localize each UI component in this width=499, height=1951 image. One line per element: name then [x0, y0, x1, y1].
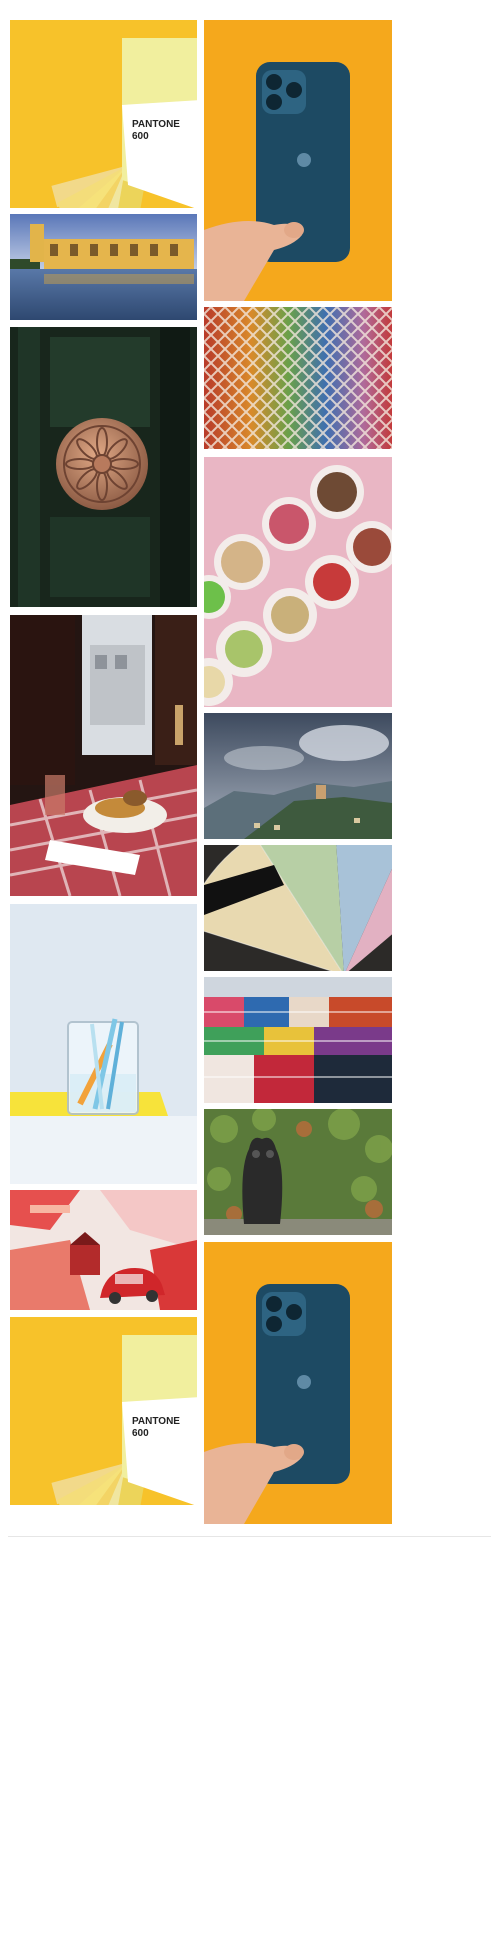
window-diner-meal-photo[interactable] [10, 615, 197, 896]
color-swatch-icon: PANTONE 600 [10, 1317, 197, 1505]
blue-phone-in-hand-photo[interactable] [204, 20, 392, 301]
ornate-door-knob-photo[interactable] [10, 327, 197, 607]
color-fan-deck-photo[interactable] [204, 845, 392, 971]
bowls-icon [204, 457, 392, 707]
colorful-tiles-photo[interactable] [204, 307, 392, 449]
mosaic-icon [204, 307, 392, 449]
pantone-brand-label: PANTONE [132, 1416, 180, 1427]
smartphone-icon [204, 20, 392, 301]
gallery-divider [8, 1536, 491, 1537]
beaker-icon [10, 904, 197, 1184]
door-knob-icon [10, 327, 197, 607]
landscape-icon [204, 713, 392, 839]
pantone-swatch-photo[interactable]: PANTONE 600 [10, 20, 197, 208]
fan-deck-icon [204, 845, 392, 971]
pantone-color-number: 600 [132, 131, 149, 142]
color-swatch-icon: PANTONE 600 [10, 20, 197, 208]
owl-statue-photo[interactable] [204, 1109, 392, 1235]
meal-icon [10, 615, 197, 896]
smartphone-icon [204, 1242, 392, 1524]
red-toy-car-photo[interactable] [10, 1190, 197, 1310]
textile-market-photo[interactable] [204, 977, 392, 1103]
cloudy-mountain-town-photo[interactable] [204, 713, 392, 839]
yellow-lakeside-building-photo[interactable] [10, 214, 197, 320]
pantone-brand-label: PANTONE [132, 119, 180, 130]
pantone-swatch-photo-repeat[interactable]: PANTONE 600 [10, 1317, 197, 1505]
owl-icon [204, 1109, 392, 1235]
glass-beaker-photo[interactable] [10, 904, 197, 1184]
building-icon [10, 214, 197, 320]
bowls-on-pink-photo[interactable] [204, 457, 392, 707]
pantone-color-number: 600 [132, 1428, 149, 1439]
textile-icon [204, 977, 392, 1103]
toy-car-icon [10, 1190, 197, 1310]
blue-phone-in-hand-photo-repeat[interactable] [204, 1242, 392, 1524]
